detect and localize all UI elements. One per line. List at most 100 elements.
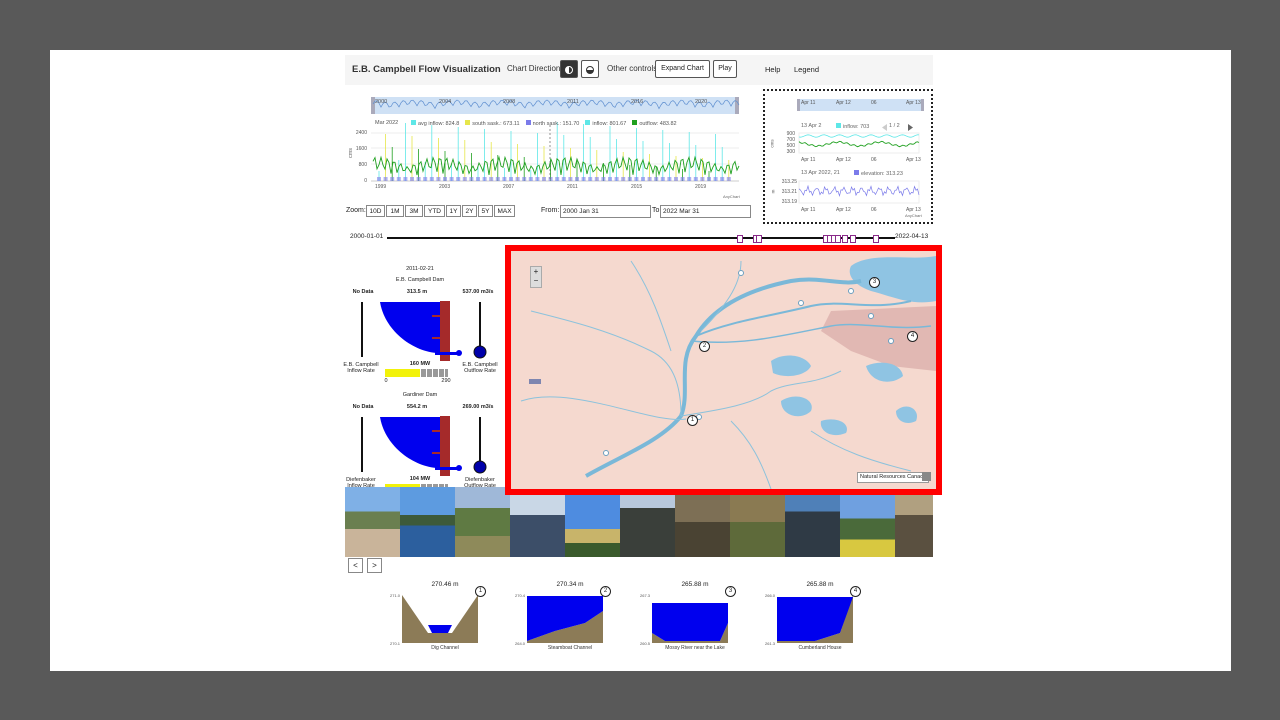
- north-sask-area: [621, 177, 626, 181]
- photo-thumbnail[interactable]: [894, 487, 933, 557]
- photo-thumbnail[interactable]: [345, 487, 400, 557]
- photo-thumbnail[interactable]: [729, 487, 785, 557]
- zoom-button-3m[interactable]: 3M: [405, 205, 423, 217]
- photo-thumbnail[interactable]: [674, 487, 730, 557]
- legend-swatch: [525, 120, 531, 125]
- north-sask-area: [687, 177, 692, 181]
- zoom-button-1y[interactable]: 1Y: [446, 205, 461, 217]
- timeline-event-marker[interactable]: [850, 235, 856, 243]
- north-sask-area: [693, 177, 698, 181]
- detail-navigator-left-handle[interactable]: [797, 99, 800, 111]
- photo-thumbnail[interactable]: [399, 487, 455, 557]
- detail-chart-panel[interactable]: Apr 11 Apr 12 06 Apr 13 13 Apr 2 inflow: 70…: [763, 89, 933, 224]
- legend-entry: north sask.: 151.70: [525, 120, 579, 127]
- to-date-input[interactable]: 2022 Mar 31: [660, 205, 751, 218]
- gauge-station-icon[interactable]: [798, 300, 804, 306]
- gauge-station-icon[interactable]: [868, 313, 874, 319]
- app-title: E.B. Campbell Flow Visualization: [352, 64, 501, 75]
- cross-section-3[interactable]: 265.88 m 267.3 260.5 3 Mossy River near the …: [640, 577, 750, 652]
- timeline-end: 2022-04-13: [895, 233, 929, 240]
- detail-x-tick: Apr 13: [906, 157, 921, 163]
- cross-section-top-tick: 271.0: [390, 593, 401, 598]
- detail-top-legend-text: inflow: 703: [843, 124, 870, 130]
- photo-prev-button[interactable]: <: [348, 558, 363, 573]
- detail-top-y-label: cms: [769, 139, 775, 148]
- gardiner-outflow-gauge: [479, 417, 481, 462]
- zoom-button-1m[interactable]: 1M: [386, 205, 404, 217]
- gardiner-reservoir: [380, 417, 440, 468]
- gauge-station-icon[interactable]: [738, 270, 744, 276]
- cross-section-2[interactable]: 270.34 m 270.4 264.0 2 Steamboat Channel: [515, 577, 625, 652]
- x-tick-label: 2015: [631, 184, 643, 190]
- detail-navigator-right-handle[interactable]: [921, 99, 924, 111]
- expand-chart-button[interactable]: Expand Chart: [655, 60, 710, 78]
- north-sask-area: [476, 177, 480, 181]
- north-sask-area: [674, 177, 678, 181]
- gauge-station-icon[interactable]: [603, 450, 609, 456]
- from-date-input[interactable]: 2000 Jan 31: [560, 205, 651, 218]
- photo-thumbnail[interactable]: [509, 487, 565, 557]
- cross-section-1[interactable]: 270.46 m 271.0 270.1 1 Dig Channel: [390, 577, 500, 652]
- photo-thumbnail[interactable]: [619, 487, 675, 557]
- play-button[interactable]: Play: [713, 60, 737, 78]
- detail-x-tick: Apr 12: [836, 157, 851, 163]
- north-sask-area: [416, 177, 421, 181]
- timeline-event-marker[interactable]: [737, 235, 743, 243]
- help-link[interactable]: Help: [765, 65, 780, 74]
- main-flow-chart[interactable]: 2000 2004 2008 2011 2016 2020 Mar 2022 avg in…: [345, 93, 745, 203]
- timeline-track[interactable]: [387, 237, 895, 239]
- map-zoom-out-button[interactable]: −: [531, 276, 541, 285]
- legend-swatch: [585, 120, 591, 125]
- north-sask-area: [383, 177, 388, 181]
- zoom-button-5y[interactable]: 5Y: [478, 205, 493, 217]
- map-zoom-in-button[interactable]: +: [531, 267, 541, 276]
- map-info-icon[interactable]: [922, 472, 931, 481]
- direction-vertical-button[interactable]: [581, 60, 599, 78]
- cross-section-top-tick: 270.4: [515, 593, 526, 598]
- cross-section-number-badge: 3: [725, 586, 736, 597]
- map-legend-swatch: [529, 379, 541, 384]
- cross-section-name: Dig Channel: [431, 645, 459, 651]
- north-sask-area: [548, 177, 553, 181]
- x-tick-label: 2011: [567, 184, 578, 190]
- photo-thumbnail[interactable]: [564, 487, 620, 557]
- north-sask-area: [614, 177, 619, 181]
- map-marker-2[interactable]: 2: [699, 341, 710, 352]
- photo-thumbnail[interactable]: [784, 487, 840, 557]
- photo-strip[interactable]: [345, 487, 933, 557]
- direction-horizontal-button[interactable]: [560, 60, 578, 78]
- zoom-button-10d[interactable]: 10D: [366, 205, 385, 217]
- elevation-swatch: [854, 170, 859, 175]
- navigator-right-handle[interactable]: [735, 97, 739, 114]
- pager-next-icon[interactable]: [908, 124, 913, 131]
- map-panel[interactable]: 1 2 3 4 + − Natural Resources Canada: [505, 245, 942, 495]
- detail-x-tick: Apr 12: [836, 207, 851, 213]
- photo-thumbnail[interactable]: [454, 487, 510, 557]
- north-sask-area: [660, 177, 665, 181]
- gardiner-penstock: [435, 467, 459, 470]
- zoom-button-2y[interactable]: 2Y: [462, 205, 477, 217]
- chart-credit: AnyChart: [723, 194, 740, 199]
- north-sask-area: [581, 177, 586, 181]
- water-level: [652, 603, 728, 641]
- gauge-station-icon[interactable]: [888, 338, 894, 344]
- map-marker-1[interactable]: 1: [687, 415, 698, 426]
- map-marker-3[interactable]: 3: [869, 277, 880, 288]
- timeline-event-marker[interactable]: [835, 235, 841, 243]
- timeline[interactable]: 2000-01-01 2022-04-13: [345, 233, 933, 245]
- detail-x-tick: 06: [871, 157, 877, 163]
- timeline-event-marker[interactable]: [873, 235, 879, 243]
- other-controls-label: Other controls:: [607, 64, 660, 73]
- map-marker-4[interactable]: 4: [907, 331, 918, 342]
- cross-section-4[interactable]: 265.88 m 266.0 261.3 4 Cumberland House: [765, 577, 875, 652]
- pager-prev-icon[interactable]: [882, 124, 887, 131]
- legend-link[interactable]: Legend: [794, 65, 819, 74]
- timeline-event-marker[interactable]: [842, 235, 848, 243]
- photo-thumbnail[interactable]: [839, 487, 895, 557]
- gauge-station-icon[interactable]: [848, 288, 854, 294]
- north-sask-area: [647, 177, 652, 181]
- zoom-button-ytd[interactable]: YTD: [424, 205, 445, 217]
- zoom-button-max[interactable]: MAX: [494, 205, 515, 217]
- timeline-event-marker[interactable]: [756, 235, 762, 243]
- photo-next-button[interactable]: >: [367, 558, 382, 573]
